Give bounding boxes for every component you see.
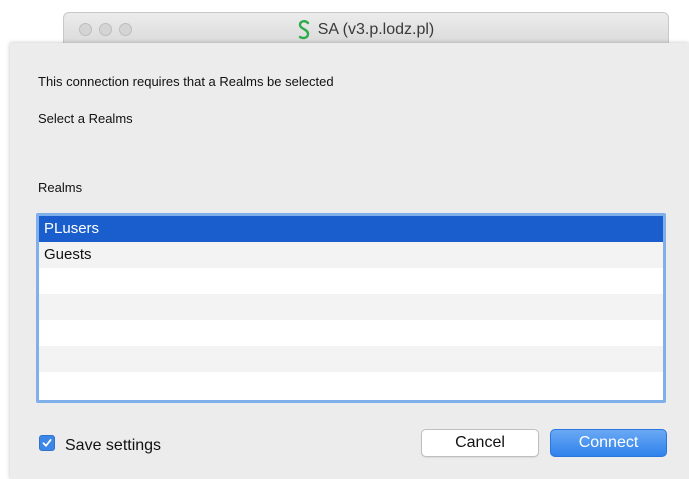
list-empty-row <box>39 346 663 372</box>
realm-item-plusers[interactable]: PLusers <box>39 216 663 242</box>
connect-button[interactable]: Connect <box>550 429 667 457</box>
list-empty-row <box>39 372 663 398</box>
window-titlebar: SA (v3.p.lodz.pl) <box>63 12 669 46</box>
list-empty-row <box>39 294 663 320</box>
window-title: SA (v3.p.lodz.pl) <box>317 21 435 38</box>
green-s-logo-icon <box>298 20 309 40</box>
cancel-button[interactable]: Cancel <box>421 429 539 457</box>
realm-item-guests[interactable]: Guests <box>39 242 663 268</box>
window-title-area: SA (v3.p.lodz.pl) <box>64 13 668 47</box>
select-prompt: Select a Realms <box>38 111 133 126</box>
realms-label: Realms <box>38 180 83 195</box>
list-empty-row <box>39 268 663 294</box>
realms-listbox[interactable]: PLusers Guests <box>36 213 666 403</box>
checkmark-icon <box>42 439 52 447</box>
save-settings-label[interactable]: Save settings <box>65 437 161 455</box>
realm-selection-dialog: This connection requires that a Realms b… <box>10 43 689 479</box>
list-empty-row <box>39 320 663 346</box>
connection-message: This connection requires that a Realms b… <box>38 74 334 89</box>
save-settings-checkbox[interactable] <box>39 435 55 451</box>
